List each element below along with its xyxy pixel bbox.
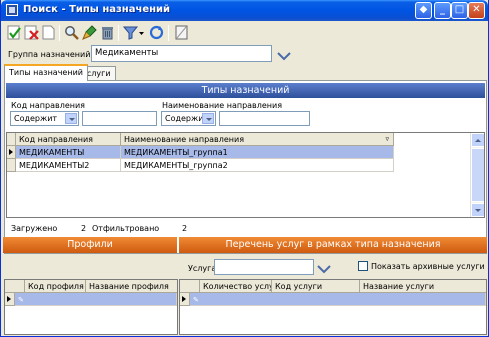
minimize-icon: _ bbox=[440, 4, 445, 15]
window-title: Поиск - Типы назначений bbox=[23, 4, 171, 15]
status-filtered-count: 2 bbox=[182, 224, 188, 233]
pin-button[interactable]: ◆ bbox=[415, 2, 432, 19]
grid-corner bbox=[180, 280, 200, 293]
column-header-name[interactable]: Наименование направления ▿ bbox=[121, 133, 394, 146]
filter-button[interactable] bbox=[123, 25, 145, 40]
close-button[interactable]: ✕ bbox=[468, 2, 485, 19]
toolbar-separator bbox=[168, 25, 169, 41]
current-row-pointer-icon bbox=[7, 296, 11, 302]
grid-corner bbox=[7, 133, 16, 146]
trash-button[interactable] bbox=[100, 25, 115, 40]
toolbar-separator bbox=[118, 25, 119, 41]
filter-code-input[interactable] bbox=[82, 111, 157, 126]
title-bar[interactable]: Поиск - Типы назначений ◆ _ □ ✕ bbox=[1, 0, 488, 21]
status-loaded-label: Загружено bbox=[11, 224, 58, 233]
scroll-down-icon[interactable] bbox=[471, 203, 484, 217]
table-row-cell-name[interactable]: МЕДИКАМЕНТЫ_группа1 bbox=[121, 146, 394, 159]
scroll-up-icon[interactable] bbox=[471, 133, 484, 147]
blank-page-button[interactable] bbox=[174, 25, 189, 40]
row-indicator[interactable] bbox=[7, 159, 16, 172]
current-row-pointer-icon bbox=[9, 149, 13, 155]
refresh-icon bbox=[149, 25, 164, 40]
sort-icon: ▿ bbox=[385, 135, 389, 143]
maximize-icon: □ bbox=[454, 4, 465, 15]
row-indicator[interactable] bbox=[180, 293, 190, 306]
chevron-down-icon[interactable] bbox=[65, 113, 77, 124]
minimize-button[interactable]: _ bbox=[434, 2, 451, 19]
clear-button[interactable] bbox=[82, 25, 97, 40]
column-header-profile-name[interactable]: Название профиля bbox=[86, 280, 177, 293]
filter-name-mode-select[interactable]: Содержит bbox=[161, 111, 216, 126]
filter-code-mode-select[interactable]: Содержит bbox=[10, 111, 79, 126]
services-grid: Количество услуг Код услуги Название усл… bbox=[179, 279, 487, 335]
services-section-header: Перечень услуг в рамках типа назначения bbox=[179, 237, 487, 253]
pin-icon: ◆ bbox=[419, 4, 428, 15]
column-header-service-count[interactable]: Количество услуг bbox=[200, 280, 272, 293]
types-section-header: Типы назначений bbox=[6, 83, 485, 98]
new-document-icon bbox=[42, 25, 55, 40]
profiles-section-header: Профили bbox=[3, 237, 177, 253]
brush-icon bbox=[82, 25, 97, 40]
apply-button[interactable] bbox=[7, 25, 22, 40]
column-header-profile-code[interactable]: Код профиля bbox=[25, 280, 86, 293]
new-row-icon: ✎ bbox=[18, 296, 24, 304]
column-header-service-name[interactable]: Название услуги bbox=[360, 280, 486, 293]
group-field[interactable]: Медикаменты bbox=[91, 45, 272, 62]
tab-types[interactable]: Типы назначений bbox=[4, 64, 88, 81]
types-grid-scrollbar[interactable] bbox=[470, 133, 484, 217]
main-window: Поиск - Типы назначений ◆ _ □ ✕ Группа н… bbox=[0, 0, 489, 337]
row-indicator[interactable] bbox=[5, 293, 15, 306]
column-header-service-code[interactable]: Код услуги bbox=[272, 280, 360, 293]
refresh-button[interactable] bbox=[149, 25, 164, 40]
trash-icon bbox=[102, 27, 113, 40]
filter-name-input[interactable] bbox=[219, 111, 310, 126]
table-row-cell-code[interactable]: МЕДИКАМЕНТЫ bbox=[16, 146, 121, 159]
profiles-grid: Код профиля Название профиля ✎ bbox=[4, 279, 178, 335]
blank-page-icon bbox=[175, 25, 188, 40]
filter-name-label: Наименование направления bbox=[162, 101, 283, 110]
filter-icon bbox=[123, 26, 144, 40]
filter-code-mode-value: Содержит bbox=[14, 114, 58, 123]
service-chevron-down-icon[interactable] bbox=[317, 264, 331, 274]
group-chevron-down-icon[interactable] bbox=[277, 51, 291, 61]
table-row-new[interactable]: ✎ bbox=[190, 293, 486, 306]
close-icon: ✕ bbox=[472, 4, 481, 15]
archive-checkbox[interactable] bbox=[358, 261, 368, 271]
current-row-pointer-icon bbox=[182, 296, 186, 302]
new-document-button[interactable] bbox=[41, 25, 56, 40]
group-label: Группа назначений: bbox=[8, 50, 94, 59]
row-indicator[interactable] bbox=[7, 146, 16, 159]
column-header-code[interactable]: Код направления bbox=[16, 133, 121, 146]
table-row-cell-name[interactable]: МЕДИКАМЕНТЫ_группа2 bbox=[121, 159, 394, 172]
maximize-button[interactable]: □ bbox=[451, 2, 468, 19]
search-button[interactable] bbox=[64, 25, 79, 40]
archive-checkbox-label: Показать архивные услуги bbox=[371, 262, 485, 271]
filter-code-label: Код направления bbox=[11, 101, 85, 110]
column-header-name-label: Наименование направления bbox=[124, 135, 245, 144]
types-grid: Код направления Наименование направления… bbox=[6, 132, 485, 218]
grid-corner bbox=[5, 280, 25, 293]
toolbar-separator bbox=[59, 25, 60, 41]
search-magnifier-icon bbox=[65, 26, 79, 40]
app-window-icon bbox=[6, 4, 18, 16]
table-row-new[interactable]: ✎ bbox=[15, 293, 177, 306]
status-filtered-label: Отфильтровано bbox=[92, 224, 160, 233]
toolbar bbox=[2, 21, 487, 44]
scroll-thumb[interactable] bbox=[471, 148, 484, 202]
status-loaded-count: 2 bbox=[81, 224, 87, 233]
apply-check-icon bbox=[7, 25, 21, 40]
delete-button[interactable] bbox=[24, 25, 39, 40]
table-row-cell-code[interactable]: МЕДИКАМЕНТЫ2 bbox=[16, 159, 121, 172]
service-filter-input[interactable] bbox=[214, 259, 314, 275]
new-row-icon: ✎ bbox=[193, 296, 199, 304]
chevron-down-icon[interactable] bbox=[202, 113, 214, 124]
delete-x-icon bbox=[24, 25, 39, 40]
